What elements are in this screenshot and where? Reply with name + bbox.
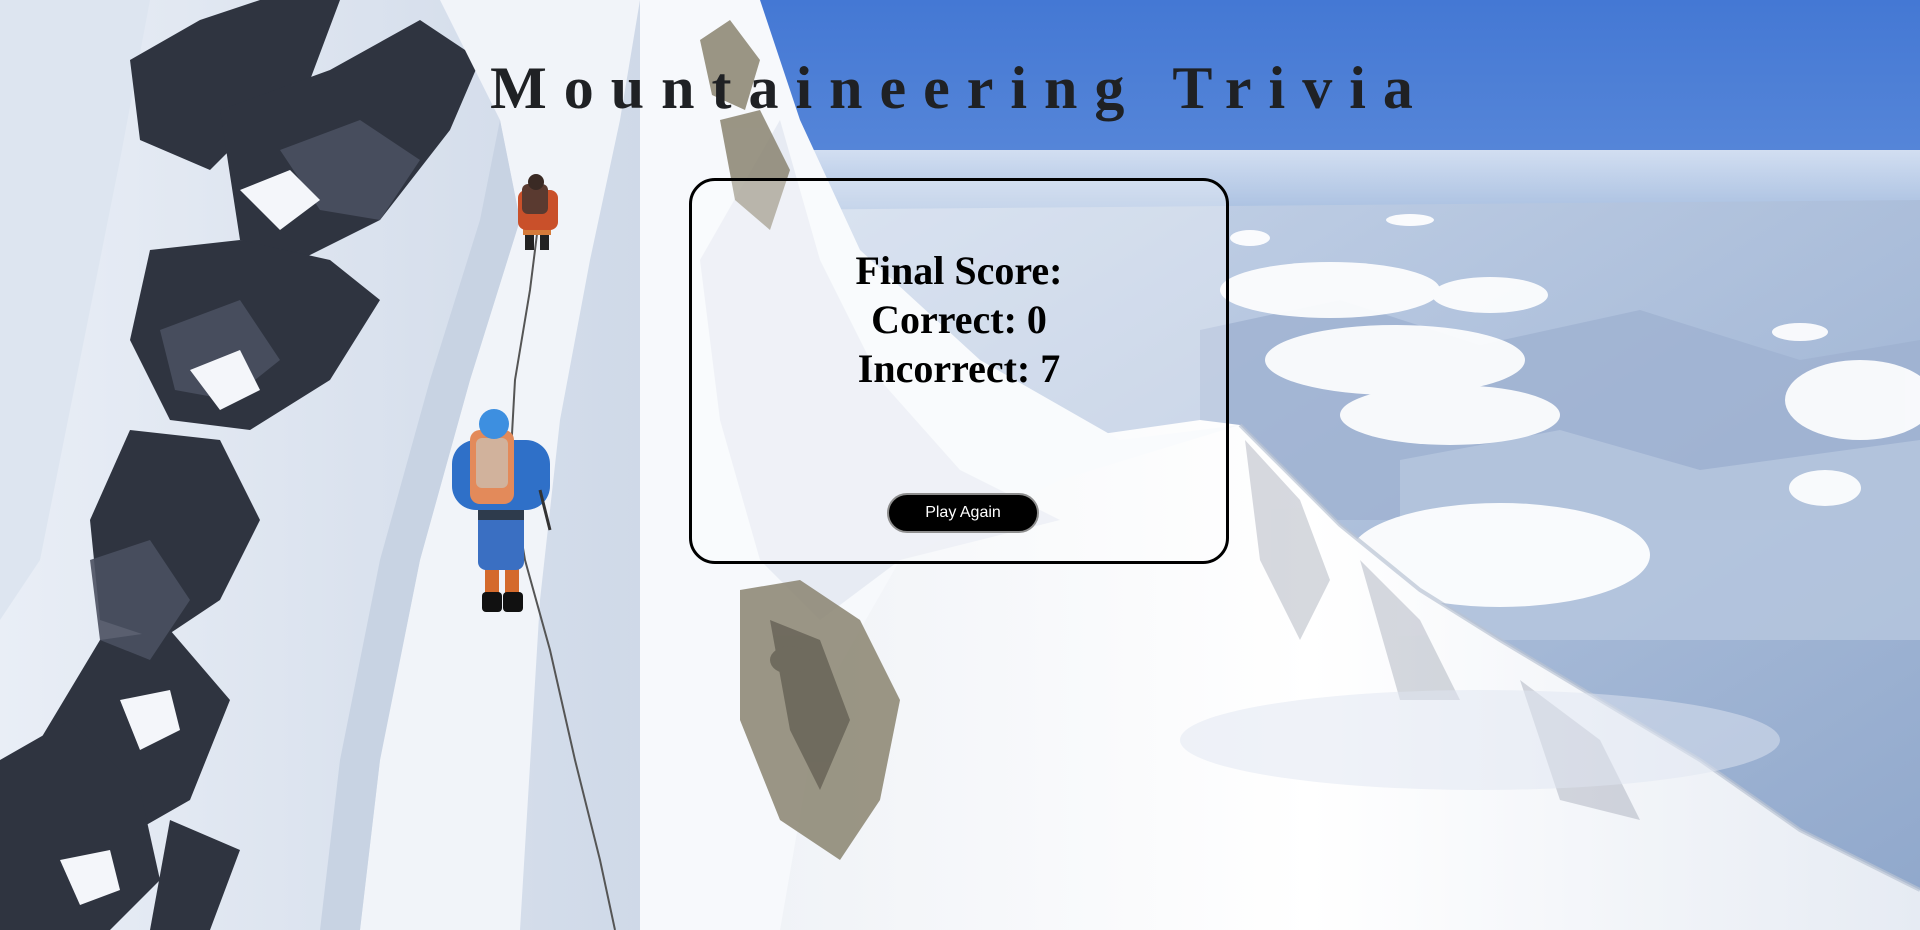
final-score-card: Final Score: Correct: 0 Incorrect: 7 Pla… [689,178,1229,564]
final-score-heading: Final Score: [855,248,1063,293]
score-summary: Final Score: Correct: 0 Incorrect: 7 [692,246,1226,393]
play-again-button[interactable]: Play Again [887,493,1039,533]
incorrect-count: Incorrect: 7 [857,346,1061,391]
page-title: Mountaineering Trivia [490,55,1430,121]
correct-count: Correct: 0 [871,297,1047,342]
